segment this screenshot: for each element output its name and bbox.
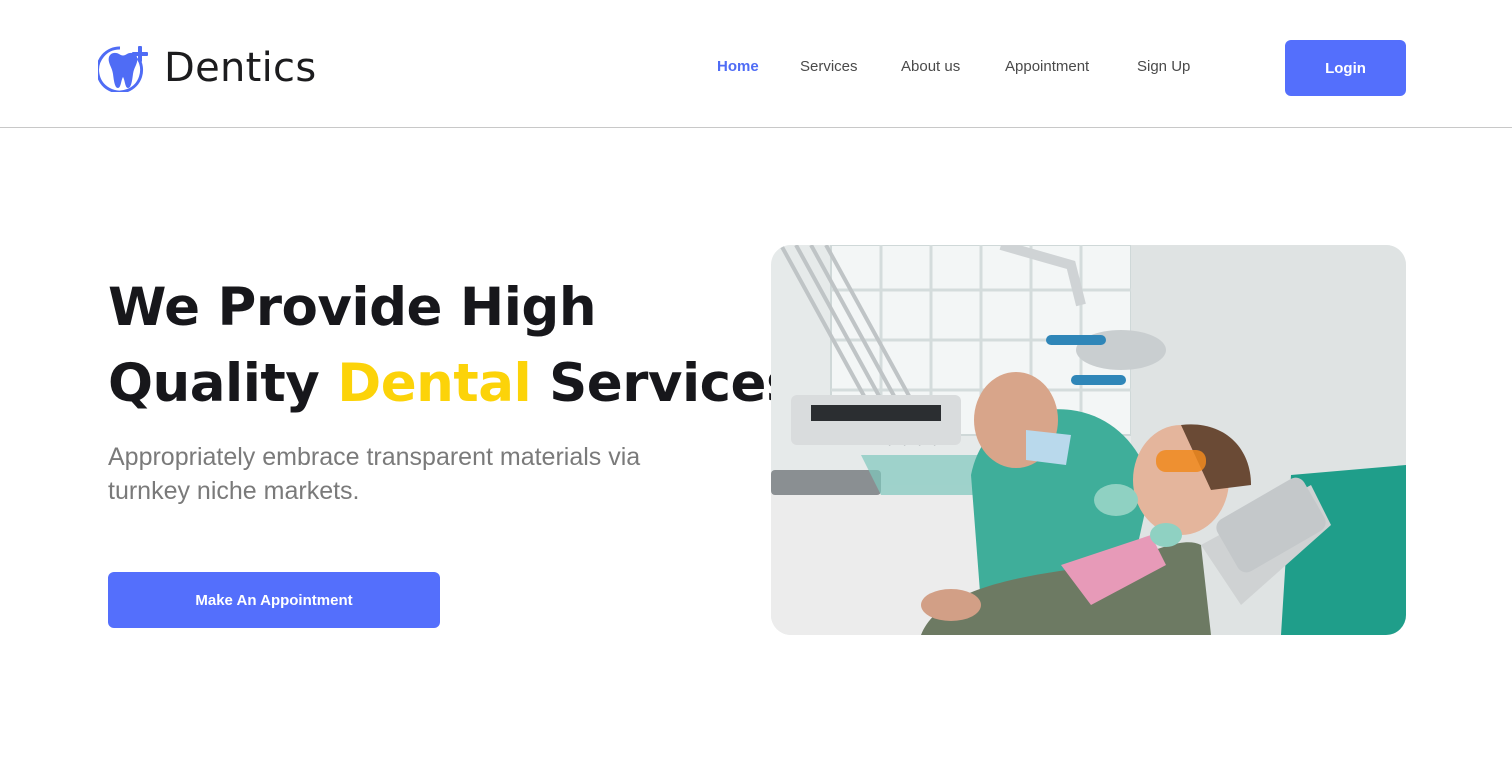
login-button[interactable]: Login — [1285, 40, 1406, 96]
dentist-treating-patient-photo — [771, 245, 1406, 635]
hero-subtitle: Appropriately embrace transparent materi… — [108, 443, 641, 505]
nav-about-us[interactable]: About us — [901, 58, 960, 75]
hero-image — [771, 245, 1406, 635]
hero-title-line2-start: Quality — [108, 353, 338, 414]
nav-services[interactable]: Services — [800, 58, 858, 75]
nav-sign-up[interactable]: Sign Up — [1137, 58, 1190, 75]
hero-title: We Provide High Quality Dental Services — [108, 270, 798, 422]
hero-title-line1: We Provide High — [108, 277, 597, 338]
hero-title-accent: Dental — [337, 353, 532, 414]
nav-appointment[interactable]: Appointment — [1005, 58, 1089, 75]
site-header: Dentics Home Services About us Appointme… — [0, 0, 1512, 128]
hero-title-line2-end: Services — [531, 353, 798, 414]
make-appointment-button[interactable]: Make An Appointment — [108, 572, 440, 628]
nav-home[interactable]: Home — [717, 58, 759, 75]
